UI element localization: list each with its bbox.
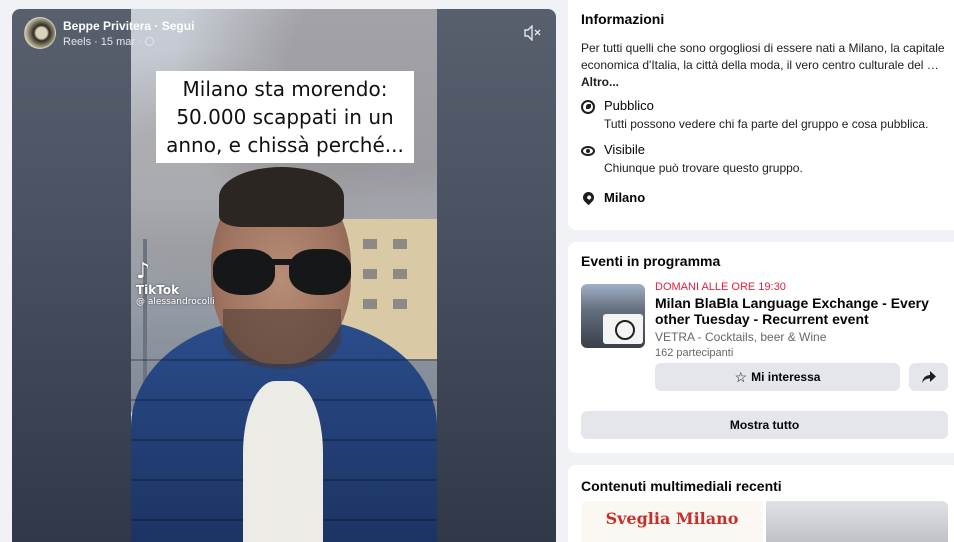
author-name[interactable]: Beppe Privitera — [63, 19, 151, 33]
location-name[interactable]: Milano — [604, 190, 645, 208]
show-all-button[interactable]: Mostra tutto — [581, 411, 948, 439]
separator: · — [154, 18, 159, 33]
tiktok-watermark: ♪ TikTok @ alessandrocolli — [136, 259, 215, 308]
media-thumbnail[interactable]: Sveglia Milano — [581, 501, 763, 542]
interested-button[interactable]: ☆ Mi interessa — [655, 363, 900, 391]
location-pin-icon — [580, 189, 597, 206]
visibility-desc: Chiunque può trovare questo gruppo. — [604, 161, 803, 175]
privacy-title: Pubblico — [604, 98, 654, 113]
event-date: DOMANI ALLE ORE 19:30 — [655, 281, 786, 293]
location-row[interactable]: Milano — [580, 189, 645, 208]
media-card: Contenuti multimediali recenti Sveglia M… — [568, 465, 954, 542]
globe-icon — [581, 100, 595, 114]
info-card: Informazioni Per tutti quelli che sono o… — [568, 0, 954, 230]
privacy-desc: Tutti possono vedere chi fa parte del gr… — [604, 117, 929, 131]
video-person — [131, 167, 437, 542]
speaker-muted-icon[interactable] — [524, 25, 542, 41]
caption-line: anno, e chissà perché... — [166, 133, 404, 157]
tiktok-icon: ♪ — [136, 259, 151, 284]
sunglasses — [213, 249, 353, 299]
visibility-title: Visibile — [604, 142, 645, 157]
info-title: Informazioni — [581, 11, 665, 27]
tiktok-handle: @ alessandrocolli — [136, 297, 215, 307]
event-venue: VETRA - Cocktails, beer & Wine — [655, 330, 827, 344]
events-title: Eventi in programma — [581, 253, 721, 269]
reel-date[interactable]: 15 mar — [101, 36, 135, 48]
group-description: Per tutti quelli che sono orgogliosi di … — [581, 40, 947, 91]
reel-card[interactable]: Milano sta morendo: 50.000 scappati in u… — [12, 9, 556, 542]
star-icon: ☆ — [734, 368, 748, 385]
share-arrow-icon — [921, 371, 936, 383]
video-caption: Milano sta morendo: 50.000 scappati in u… — [156, 71, 414, 163]
separator: · — [94, 35, 98, 48]
eye-icon — [581, 146, 595, 156]
event-name[interactable]: Milan BlaBla Language Exchange - Every o… — [655, 295, 935, 327]
media-thumbnail[interactable] — [766, 501, 948, 542]
share-button[interactable] — [909, 363, 948, 391]
description-text: Per tutti quelli che sono orgogliosi di … — [581, 41, 945, 72]
caption-line: Milano sta morendo: — [182, 77, 388, 101]
media-title: Contenuti multimediali recenti — [581, 478, 782, 494]
separator: · — [138, 35, 142, 48]
events-card: Eventi in programma DOMANI ALLE ORE 19:3… — [568, 242, 954, 453]
event-attendees: 162 partecipanti — [655, 347, 734, 359]
globe-icon — [144, 37, 154, 46]
privacy-row: Pubblico Tutti possono vedere chi fa par… — [581, 98, 928, 131]
follow-button[interactable]: Segui — [162, 19, 195, 33]
reel-header: Beppe Privitera · Segui Reels · 15 mar · — [24, 17, 194, 49]
avatar[interactable] — [24, 17, 56, 49]
interested-label: Mi interessa — [751, 370, 821, 384]
more-link[interactable]: Altro... — [581, 74, 947, 91]
media-thumbnail-text: Sveglia Milano — [605, 509, 739, 528]
event-thumbnail[interactable] — [581, 284, 645, 348]
visibility-row: Visibile Chiunque può trovare questo gru… — [581, 142, 803, 175]
tiktok-brand: TikTok — [136, 283, 180, 297]
reel-source[interactable]: Reels — [63, 36, 91, 48]
caption-line: 50.000 scappati in un — [176, 105, 394, 129]
